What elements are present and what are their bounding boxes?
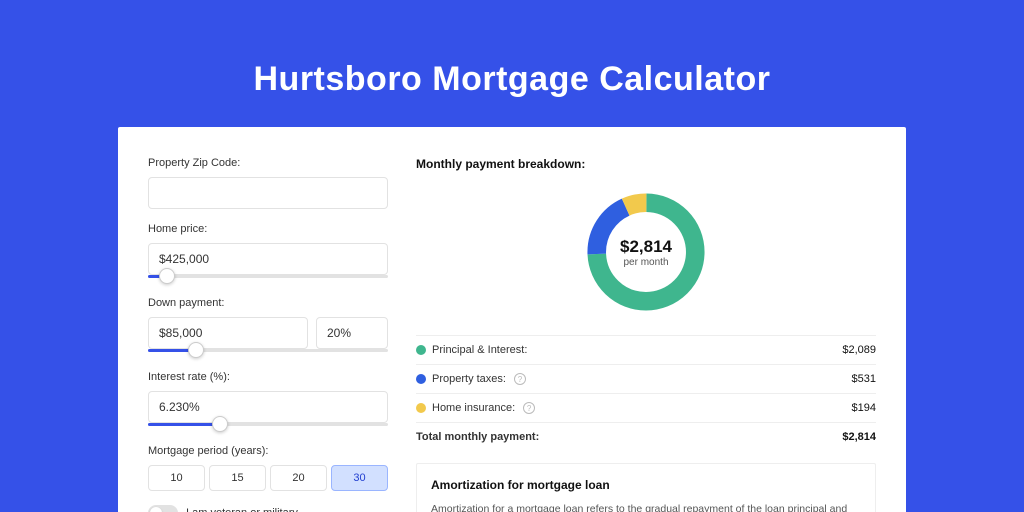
slider-thumb[interactable]	[212, 416, 228, 432]
interest-rate-row: Interest rate (%):	[148, 371, 388, 431]
amortization-text: Amortization for a mortgage loan refers …	[431, 502, 861, 512]
legend-row-principal: Principal & Interest: $2,089	[416, 335, 876, 364]
legend-row-total: Total monthly payment: $2,814	[416, 422, 876, 451]
page-title: Hurtsboro Mortgage Calculator	[0, 0, 1024, 127]
donut-center: $2,814 per month	[581, 187, 711, 317]
slider-track	[148, 275, 388, 278]
down-payment-label: Down payment:	[148, 297, 388, 309]
home-price-row: Home price:	[148, 223, 388, 283]
total-label: Total monthly payment:	[416, 431, 539, 443]
veteran-row: I am veteran or military	[148, 505, 388, 512]
donut-sub: per month	[623, 257, 668, 268]
home-price-label: Home price:	[148, 223, 388, 235]
period-buttons: 10 15 20 30	[148, 465, 388, 491]
legend-value: $2,089	[842, 344, 876, 356]
zip-row: Property Zip Code:	[148, 157, 388, 209]
breakdown-title: Monthly payment breakdown:	[416, 157, 876, 171]
period-row: Mortgage period (years): 10 15 20 30	[148, 445, 388, 491]
legend-value: $194	[852, 402, 876, 414]
amortization-section: Amortization for mortgage loan Amortizat…	[416, 463, 876, 512]
legend-value: $531	[852, 373, 876, 385]
interest-rate-label: Interest rate (%):	[148, 371, 388, 383]
zip-input[interactable]	[148, 177, 388, 209]
period-label: Mortgage period (years):	[148, 445, 388, 457]
legend-label: Home insurance:	[432, 402, 515, 414]
down-payment-row: Down payment:	[148, 297, 388, 357]
donut-chart-wrap: $2,814 per month	[416, 187, 876, 317]
down-payment-slider[interactable]	[148, 345, 388, 357]
toggle-knob	[150, 507, 162, 512]
amortization-title: Amortization for mortgage loan	[431, 478, 861, 492]
slider-thumb[interactable]	[188, 342, 204, 358]
legend-dot-green	[416, 345, 426, 355]
period-button-30[interactable]: 30	[331, 465, 388, 491]
veteran-toggle[interactable]	[148, 505, 178, 512]
info-icon[interactable]: ?	[514, 373, 526, 385]
donut-chart: $2,814 per month	[581, 187, 711, 317]
total-value: $2,814	[842, 431, 876, 443]
home-price-slider[interactable]	[148, 271, 388, 283]
slider-fill	[148, 423, 220, 426]
slider-thumb[interactable]	[159, 268, 175, 284]
legend-label: Principal & Interest:	[432, 344, 527, 356]
legend-dot-blue	[416, 374, 426, 384]
legend-label: Property taxes:	[432, 373, 506, 385]
breakdown-column: Monthly payment breakdown: $2,814 per mo…	[416, 157, 876, 512]
form-column: Property Zip Code: Home price: Down paym…	[148, 157, 388, 512]
interest-rate-slider[interactable]	[148, 419, 388, 431]
veteran-label: I am veteran or military	[186, 507, 298, 512]
period-button-10[interactable]: 10	[148, 465, 205, 491]
zip-label: Property Zip Code:	[148, 157, 388, 169]
calculator-card: Property Zip Code: Home price: Down paym…	[118, 127, 906, 512]
legend-row-taxes: Property taxes: ? $531	[416, 364, 876, 393]
donut-value: $2,814	[620, 237, 672, 257]
legend-dot-yellow	[416, 403, 426, 413]
period-button-15[interactable]: 15	[209, 465, 266, 491]
info-icon[interactable]: ?	[523, 402, 535, 414]
period-button-20[interactable]: 20	[270, 465, 327, 491]
legend-row-insurance: Home insurance: ? $194	[416, 393, 876, 422]
